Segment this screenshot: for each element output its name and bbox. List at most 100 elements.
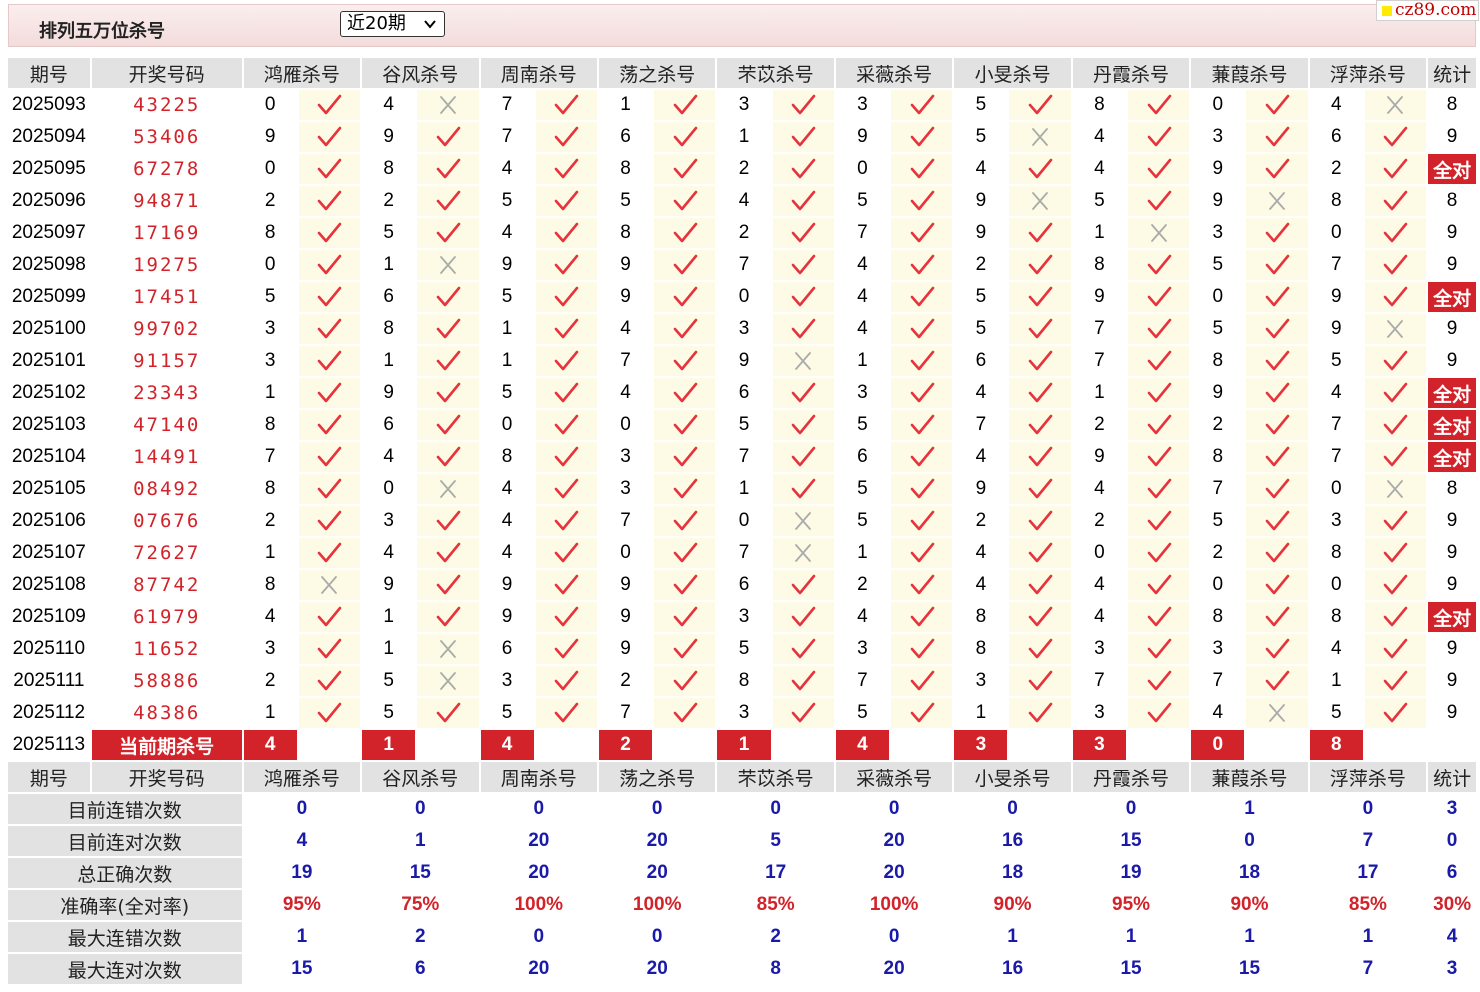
kill-number: 4 (835, 314, 889, 344)
kill-number: 5 (362, 218, 416, 248)
kill-number: 4 (362, 538, 416, 568)
kill-number: 7 (954, 410, 1008, 440)
header-row: 期号 开奖号码 鸿雁杀号 谷风杀号 周南杀号 荡之杀号 芣苡杀号 采薇杀号 小旻杀号 丹霞杀号 蒹葭… (8, 762, 1476, 792)
kill-number: 5 (835, 698, 889, 728)
table-row: 2025097 17169 8 5 4 8 2 7 9 1 3 0 9 (8, 218, 1476, 248)
check-icon (1028, 702, 1053, 723)
result-mark (417, 666, 479, 696)
kill-number: 0 (1309, 474, 1363, 504)
cross-icon (1387, 320, 1404, 338)
summary-stat-value: 4 (1428, 922, 1476, 952)
result-mark (1127, 154, 1190, 184)
summary-value: 7 (1309, 826, 1427, 856)
check-icon (318, 94, 342, 115)
check-icon (1265, 318, 1290, 339)
check-icon (318, 478, 342, 499)
result-mark (1127, 250, 1190, 280)
result-mark (1127, 602, 1190, 632)
check-icon (791, 702, 816, 723)
result-mark (654, 602, 716, 632)
result-mark (535, 186, 597, 216)
kill-number: 1 (480, 314, 534, 344)
result-mark (298, 442, 361, 472)
result-mark (1246, 570, 1308, 600)
kill-number: 0 (1309, 570, 1363, 600)
issue-number: 2025099 (8, 282, 90, 312)
cross-icon (439, 672, 456, 690)
result-mark (298, 314, 361, 344)
summary-value: 1 (1072, 922, 1190, 952)
row-stat: 全对 (1428, 154, 1476, 184)
kill-number: 4 (954, 154, 1008, 184)
result-mark (891, 570, 953, 600)
column-header-draw: 开奖号码 (91, 58, 242, 88)
kill-number: 1 (835, 538, 889, 568)
result-mark (654, 538, 716, 568)
kill-number: 0 (1072, 538, 1126, 568)
check-icon (1147, 638, 1171, 659)
check-icon (673, 670, 698, 691)
kill-number: 2 (362, 186, 416, 216)
result-mark (1364, 698, 1427, 728)
result-mark (654, 250, 716, 280)
result-mark (1009, 410, 1071, 440)
result-mark (417, 250, 479, 280)
result-mark (298, 90, 361, 120)
row-stat: 全对 (1428, 442, 1476, 472)
result-mark (1127, 122, 1190, 152)
summary-label: 最大连错次数 (8, 922, 242, 952)
summary-value: 90% (954, 890, 1071, 920)
kill-number: 6 (835, 442, 889, 472)
column-header-expert: 周南杀号 (480, 58, 597, 88)
summary-label: 目前连对次数 (8, 826, 242, 856)
kill-number: 7 (480, 122, 534, 152)
result-mark (535, 538, 597, 568)
period-select[interactable]: 近20期 (340, 11, 445, 37)
kill-number: 5 (1309, 698, 1363, 728)
kill-number: 7 (243, 442, 297, 472)
result-mark (1009, 282, 1071, 312)
summary-stat-value: 30% (1428, 890, 1476, 920)
result-mark (654, 346, 716, 376)
kill-number: 8 (598, 218, 653, 248)
check-icon (1265, 638, 1290, 659)
kill-number: 5 (1072, 186, 1126, 216)
kill-number: 4 (362, 442, 416, 472)
cross-icon (1269, 192, 1285, 210)
draw-numbers: 61979 (91, 602, 242, 632)
kill-number: 7 (598, 698, 653, 728)
check-icon (1384, 510, 1408, 531)
summary-value: 20 (598, 954, 716, 984)
table-row: 2025111 58886 2 5 3 2 8 7 3 7 7 1 9 (8, 666, 1476, 696)
check-icon (673, 478, 698, 499)
column-header-expert: 周南杀号 (480, 762, 597, 792)
check-icon (318, 190, 342, 211)
kill-number: 0 (1191, 90, 1245, 120)
kill-number: 7 (717, 442, 771, 472)
check-icon (1384, 670, 1408, 691)
check-icon (791, 670, 816, 691)
result-mark (298, 666, 361, 696)
check-icon (910, 318, 934, 339)
cross-icon (1387, 480, 1404, 498)
result-mark (298, 122, 361, 152)
site-logo[interactable]: cz89.com (1376, 0, 1479, 21)
check-icon (1265, 542, 1290, 563)
result-mark (654, 506, 716, 536)
row-stat: 9 (1428, 698, 1476, 728)
result-mark (772, 538, 834, 568)
result-mark (298, 634, 361, 664)
kill-number: 4 (480, 538, 534, 568)
issue-number: 2025111 (8, 666, 90, 696)
summary-value: 0 (1072, 794, 1190, 824)
result-mark (891, 314, 953, 344)
result-mark (772, 698, 834, 728)
kill-number: 1 (362, 634, 416, 664)
row-stat: 9 (1428, 506, 1476, 536)
check-icon (1028, 574, 1053, 595)
result-mark (1364, 442, 1427, 472)
check-icon (1147, 606, 1171, 627)
kill-number: 4 (1072, 122, 1126, 152)
check-icon (910, 158, 934, 179)
check-icon (1384, 158, 1408, 179)
